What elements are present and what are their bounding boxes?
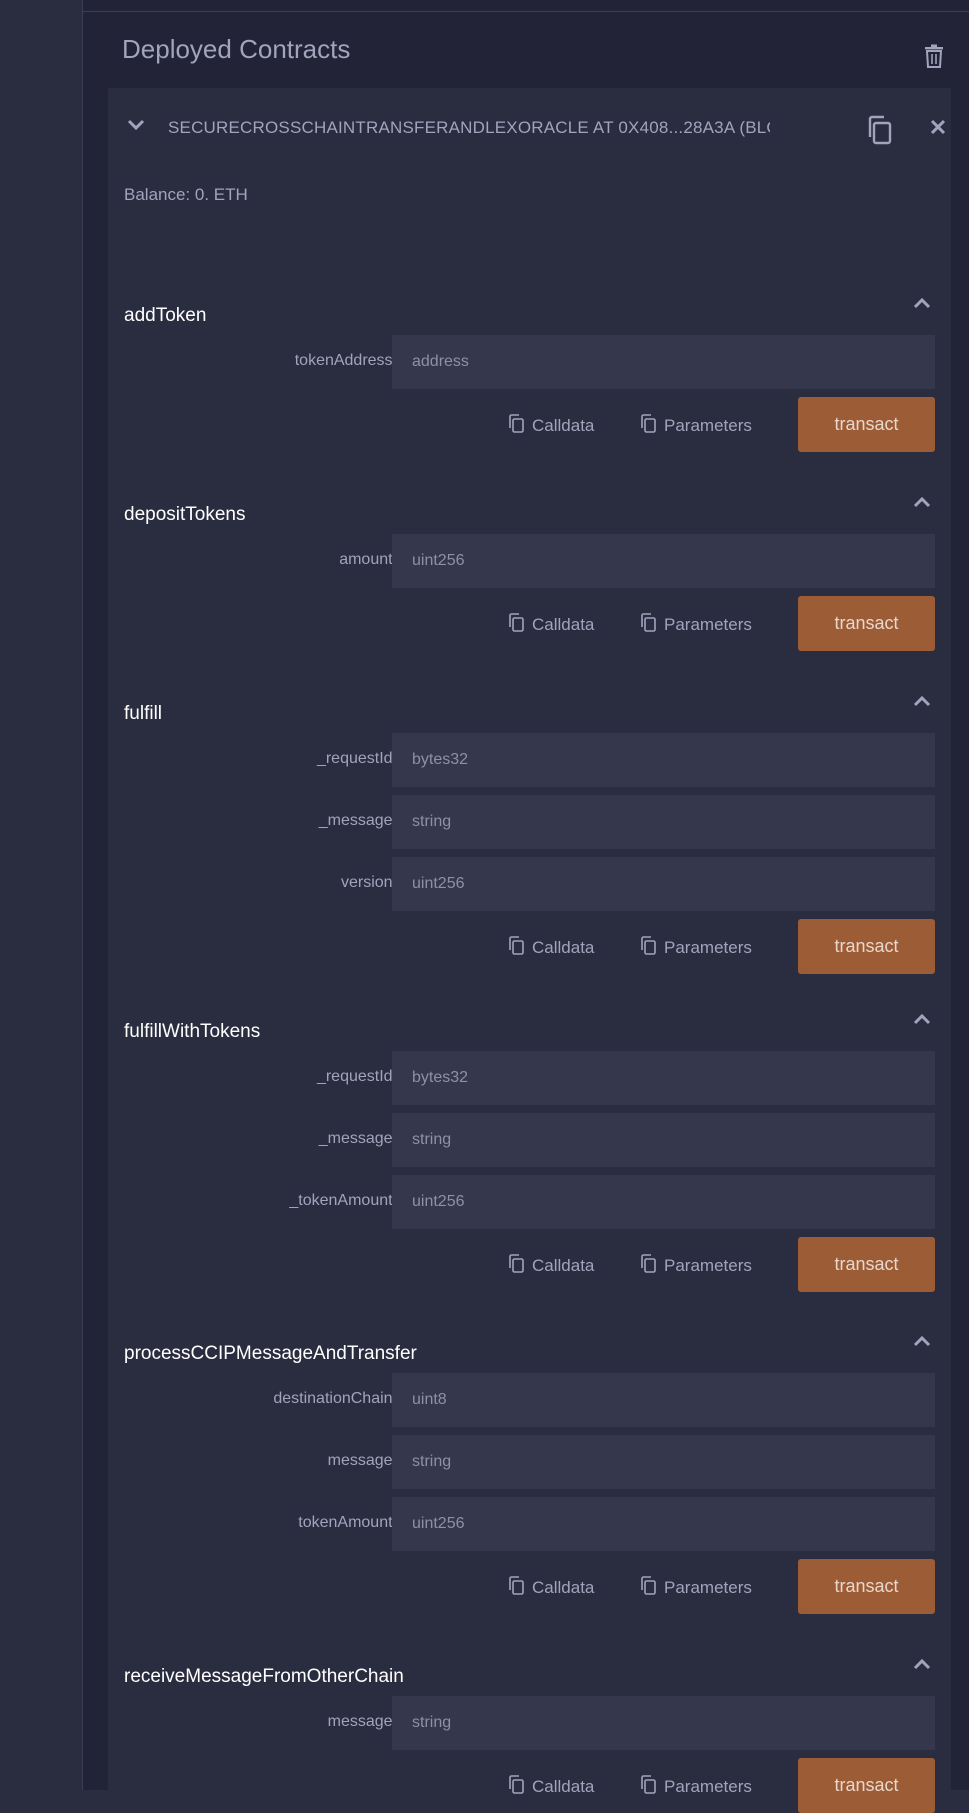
calldata-button[interactable]: Calldata [508, 1576, 594, 1600]
parameters-label: Parameters [664, 1578, 752, 1597]
chevron-up-icon[interactable] [913, 1013, 931, 1025]
divider [83, 11, 969, 12]
copy-icon [640, 936, 656, 960]
calldata-button[interactable]: Calldata [508, 613, 594, 637]
transact-button[interactable]: transact [798, 596, 935, 651]
copy-icon [508, 1254, 524, 1278]
param-label: message: [327, 1713, 397, 1730]
param-label: tokenAddress: [294, 352, 397, 369]
chevron-up-icon[interactable] [913, 297, 931, 309]
param-input[interactable] [392, 1113, 935, 1167]
copy-icon [508, 414, 524, 438]
copy-icon[interactable] [866, 115, 892, 145]
param-input[interactable] [392, 1175, 935, 1229]
calldata-label: Calldata [532, 1777, 595, 1796]
calldata-label: Calldata [532, 1256, 595, 1275]
param-label: destinationChain: [273, 1390, 397, 1407]
transact-button[interactable]: transact [798, 919, 935, 974]
param-label: _tokenAmount: [289, 1192, 397, 1209]
left-sidebar [0, 0, 83, 1790]
parameters-button[interactable]: Parameters [640, 936, 752, 960]
contract-header: SECURECROSSCHAINTRANSFERANDLEXORACLE AT … [108, 88, 951, 172]
param-input[interactable] [392, 1051, 935, 1105]
param-label: _requestId: [316, 1068, 397, 1085]
copy-icon [640, 613, 656, 637]
copy-icon [640, 414, 656, 438]
contract-balance: Balance: 0. ETH [124, 185, 248, 204]
chevron-down-icon[interactable] [126, 118, 146, 132]
calldata-label: Calldata [532, 416, 595, 435]
param-label: _message: [318, 1130, 397, 1147]
function-name: addToken [124, 305, 207, 326]
param-input[interactable] [392, 1435, 935, 1489]
parameters-button[interactable]: Parameters [640, 1576, 752, 1600]
copy-icon [508, 936, 524, 960]
copy-icon [508, 1576, 524, 1600]
transact-button[interactable]: transact [798, 1237, 935, 1292]
trash-icon[interactable] [923, 44, 945, 68]
parameters-button[interactable]: Parameters [640, 414, 752, 438]
param-input[interactable] [392, 795, 935, 849]
calldata-button[interactable]: Calldata [508, 414, 594, 438]
copy-icon [640, 1576, 656, 1600]
function-name: depositTokens [124, 504, 246, 525]
transact-button[interactable]: transact [798, 397, 935, 452]
copy-icon [508, 1775, 524, 1799]
param-label: amount: [339, 551, 397, 568]
copy-icon [640, 1254, 656, 1278]
calldata-label: Calldata [532, 615, 595, 634]
param-input[interactable] [392, 1373, 935, 1427]
parameters-button[interactable]: Parameters [640, 613, 752, 637]
calldata-label: Calldata [532, 938, 595, 957]
parameters-label: Parameters [664, 615, 752, 634]
param-input[interactable] [392, 1497, 935, 1551]
param-input[interactable] [392, 857, 935, 911]
calldata-button[interactable]: Calldata [508, 936, 594, 960]
copy-icon [508, 613, 524, 637]
chevron-up-icon[interactable] [913, 695, 931, 707]
param-label: _message: [318, 812, 397, 829]
contract-card: SECURECROSSCHAINTRANSFERANDLEXORACLE AT … [108, 88, 951, 1813]
contract-title[interactable]: SECURECROSSCHAINTRANSFERANDLEXORACLE AT … [168, 118, 770, 138]
parameters-button[interactable]: Parameters [640, 1775, 752, 1799]
param-label: message: [327, 1452, 397, 1469]
parameters-label: Parameters [664, 1256, 752, 1275]
transact-button[interactable]: transact [798, 1559, 935, 1614]
chevron-up-icon[interactable] [913, 1335, 931, 1347]
param-label: tokenAmount: [298, 1514, 397, 1531]
parameters-button[interactable]: Parameters [640, 1254, 752, 1278]
param-input[interactable] [392, 335, 935, 389]
calldata-label: Calldata [532, 1578, 595, 1597]
parameters-label: Parameters [664, 938, 752, 957]
param-input[interactable] [392, 733, 935, 787]
deployed-contracts-panel: Deployed Contracts SECURECROSSCHAINTRANS… [83, 0, 969, 1813]
page-title: Deployed Contracts [122, 34, 351, 64]
function-name: receiveMessageFromOtherChain [124, 1666, 404, 1687]
param-label: _requestId: [316, 750, 397, 767]
param-label: version: [340, 874, 397, 891]
chevron-up-icon[interactable] [913, 1658, 931, 1670]
chevron-up-icon[interactable] [913, 496, 931, 508]
parameters-label: Parameters [664, 1777, 752, 1796]
close-icon[interactable] [930, 119, 946, 135]
param-input[interactable] [392, 1696, 935, 1750]
calldata-button[interactable]: Calldata [508, 1254, 594, 1278]
function-name: processCCIPMessageAndTransfer [124, 1343, 417, 1364]
transact-button[interactable]: transact [798, 1758, 935, 1813]
function-name: fulfillWithTokens [124, 1021, 261, 1042]
function-name: fulfill [124, 703, 163, 724]
copy-icon [640, 1775, 656, 1799]
parameters-label: Parameters [664, 416, 752, 435]
calldata-button[interactable]: Calldata [508, 1775, 594, 1799]
param-input[interactable] [392, 534, 935, 588]
